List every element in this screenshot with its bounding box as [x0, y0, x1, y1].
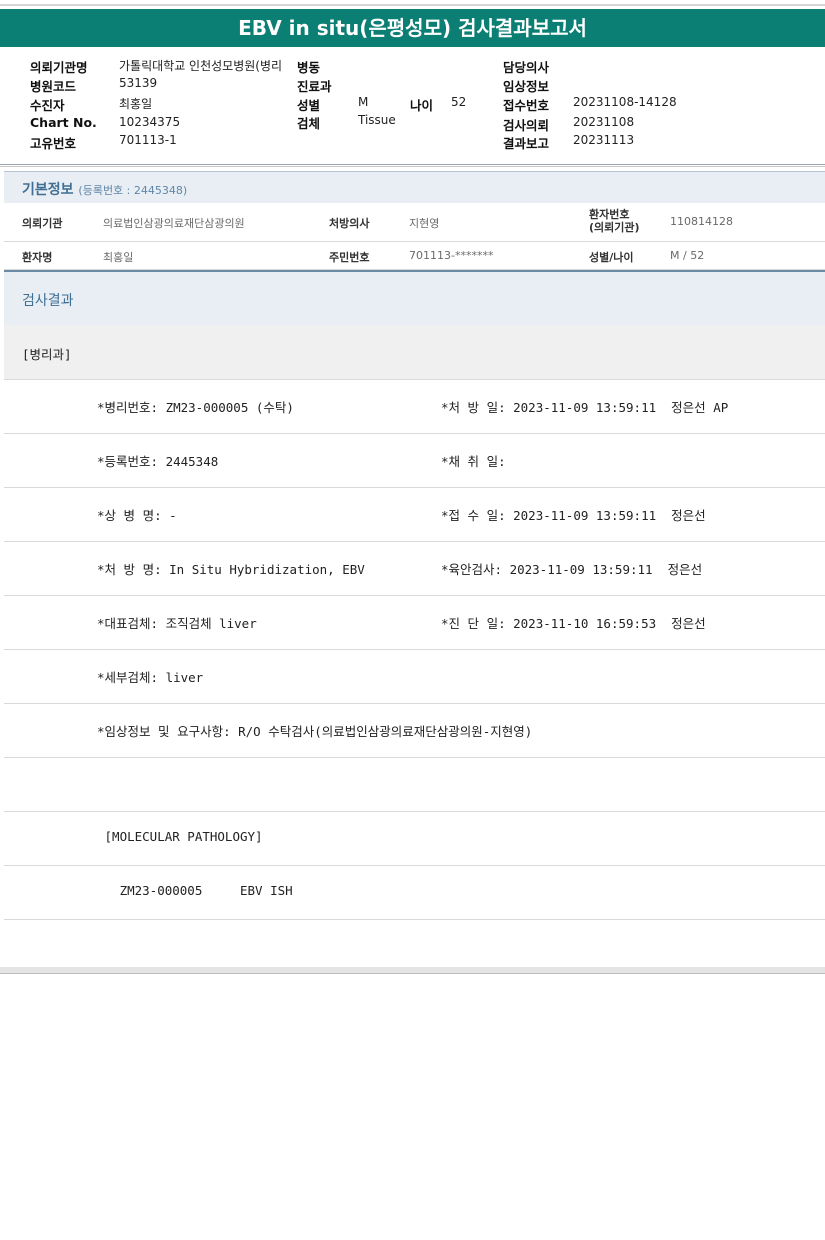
department-row: [병리과] — [4, 325, 825, 380]
result-row — [4, 920, 825, 974]
basic-info-row: 의뢰기관 의료법인삼광의료재단삼광의원 처방의사 지현영 환자번호 (의뢰기관)… — [4, 203, 825, 242]
info-value: 지현영 — [409, 217, 440, 230]
result-row: [MOLECULAR PATHOLOGY] — [4, 812, 825, 866]
report-date-value: 20231113 — [573, 133, 635, 147]
info-label: 환자번호 (의뢰기관) — [589, 208, 640, 234]
result-field-left: *처 방 명: In Situ Hybridization, EBV — [97, 562, 365, 577]
info-value: 110814128 — [670, 215, 733, 228]
specimen-label: 검체 — [297, 116, 321, 131]
doctor-label: 담당의사 — [503, 60, 550, 75]
result-row: *등록번호: 2445348 *채 취 일: — [4, 434, 825, 488]
result-row: *대표검체: 조직검체 liver *진 단 일: 2023-11-10 16:5… — [4, 596, 825, 650]
result-field-left: *상 병 명: - — [97, 508, 177, 523]
result-field-right: *채 취 일: — [441, 454, 506, 469]
chart-label: Chart No. — [30, 115, 97, 130]
result-row: ZM23-000005 EBV ISH — [4, 866, 825, 920]
age-label: 나이 — [410, 98, 434, 113]
results-title: 검사결과 — [22, 293, 74, 309]
result-field-right: *처 방 일: 2023-11-09 13:59:11 정은선 AP — [441, 400, 729, 415]
result-row: *처 방 명: In Situ Hybridization, EBV *육안검사:… — [4, 542, 825, 596]
result-field-left: ZM23-000005 EBV ISH — [97, 883, 293, 898]
info-value: 최홍일 — [103, 251, 134, 264]
sex-value: M — [358, 95, 369, 109]
top-divider — [0, 4, 825, 6]
unique-label: 고유번호 — [30, 136, 77, 151]
result-row: *병리번호: ZM23-000005 (수탁) *처 방 일: 2023-11-0… — [4, 380, 825, 434]
result-field-left: *세부검체: liver — [97, 670, 204, 685]
age-value: 52 — [451, 95, 467, 109]
info-value: 의료법인삼광의료재단삼광의원 — [103, 217, 245, 230]
hospital-code-label: 병원코드 — [30, 79, 77, 94]
result-field-right: *접 수 일: 2023-11-09 13:59:11 정은선 — [441, 508, 706, 523]
dept-label: 진료과 — [297, 79, 332, 94]
results-header: 검사결과 — [4, 270, 825, 327]
basic-info-title-text: 기본정보 — [22, 182, 74, 198]
clinical-label: 임상정보 — [503, 79, 550, 94]
info-value: 701113-******* — [409, 249, 494, 262]
header-divider — [0, 164, 825, 165]
result-row: *임상정보 및 요구사항: R/O 수탁검사(의료법인삼광의료재단삼광의원-지현… — [4, 704, 825, 758]
info-label: 처방의사 — [329, 217, 370, 230]
patient-label: 수진자 — [30, 98, 65, 113]
info-label: 의뢰기관 — [22, 217, 63, 230]
result-row: *상 병 명: - *접 수 일: 2023-11-09 13:59:11 정은선 — [4, 488, 825, 542]
result-field-left: *임상정보 및 요구사항: R/O 수탁검사(의료법인삼광의료재단삼광의원-지현… — [97, 724, 533, 739]
basic-info-header: 기본정보 (등록번호 : 2445348) — [4, 171, 825, 203]
institution-label: 의뢰기관명 — [30, 60, 88, 75]
result-row: *세부검체: liver — [4, 650, 825, 704]
hospital-code-value: 53139 — [119, 76, 158, 90]
basic-info-title: 기본정보 (등록번호 : 2445348) — [22, 179, 187, 199]
basic-info-row: 환자명 최홍일 주민번호 701113-******* 성별/나이 M / 52 — [4, 242, 825, 270]
department-label: [병리과] — [22, 347, 72, 362]
receipt-label: 접수번호 — [503, 98, 550, 113]
bottom-divider — [0, 967, 825, 974]
result-field-left: *대표검체: 조직검체 liver — [97, 616, 257, 631]
result-field-left: *등록번호: 2445348 — [97, 454, 219, 469]
specimen-value: Tissue — [358, 113, 396, 127]
registration-number: (등록번호 : 2445348) — [78, 184, 188, 197]
info-label: 성별/나이 — [589, 251, 634, 264]
result-field-left: [MOLECULAR PATHOLOGY] — [97, 829, 263, 844]
info-label: 주민번호 — [329, 251, 370, 264]
sex-label: 성별 — [297, 98, 321, 113]
result-row — [4, 758, 825, 812]
result-field-right: *진 단 일: 2023-11-10 16:59:53 정은선 — [441, 616, 706, 631]
unique-value: 701113-1 — [119, 133, 177, 147]
institution-value: 가톨릭대학교 인천성모병원(병리 — [119, 59, 283, 73]
result-field-left: *병리번호: ZM23-000005 (수탁) — [97, 400, 294, 415]
report-date-label: 결과보고 — [503, 136, 550, 151]
patient-value: 최홍일 — [119, 97, 153, 111]
ward-label: 병동 — [297, 60, 321, 75]
result-field-right: *육안검사: 2023-11-09 13:59:11 정은선 — [441, 562, 703, 577]
request-value: 20231108 — [573, 115, 635, 129]
info-value: M / 52 — [670, 249, 705, 262]
chart-value: 10234375 — [119, 115, 181, 129]
info-label: 환자명 — [22, 251, 53, 264]
report-title: EBV in situ(은평성모) 검사결과보고서 — [0, 9, 825, 47]
request-label: 검사의뢰 — [503, 118, 550, 133]
header-divider-2 — [0, 166, 825, 167]
receipt-value: 20231108-14128 — [573, 95, 677, 109]
